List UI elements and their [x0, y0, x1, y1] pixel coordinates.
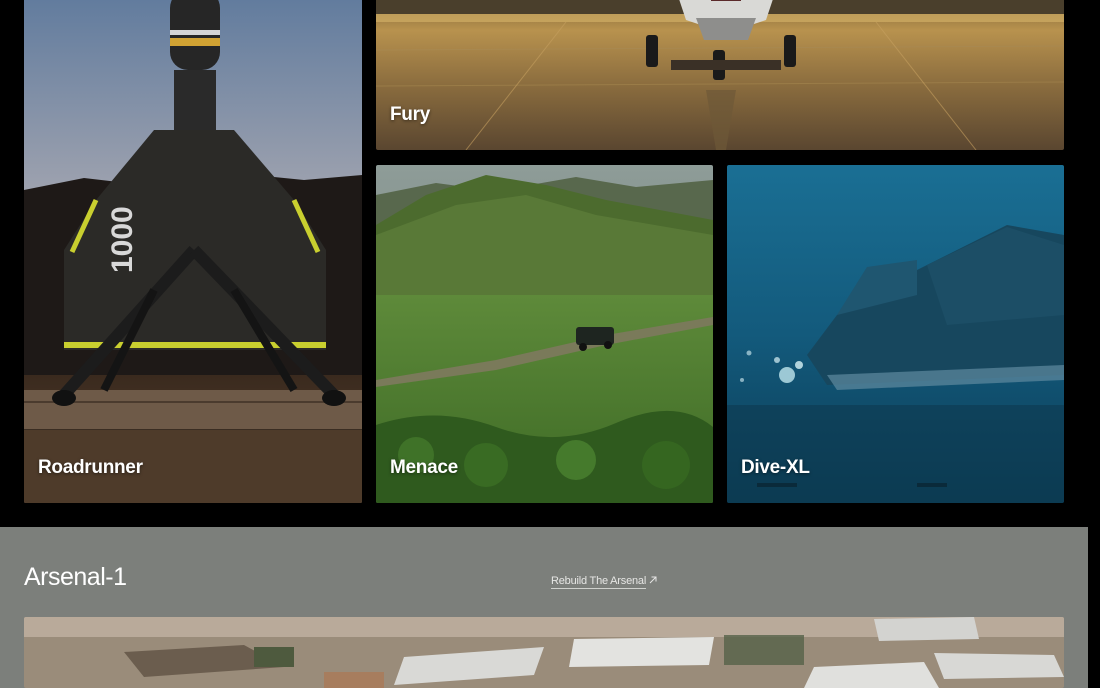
product-card-menace[interactable]: Menace: [376, 165, 713, 503]
svg-text:1000: 1000: [106, 206, 139, 273]
rebuild-the-arsenal-link[interactable]: Rebuild The Arsenal: [551, 575, 646, 589]
dive-xl-image: [727, 165, 1064, 503]
roadrunner-image: 1000: [24, 0, 362, 503]
card-label-roadrunner: Roadrunner: [38, 457, 143, 478]
scrollbar[interactable]: [1088, 0, 1100, 688]
card-label-fury: Fury: [390, 104, 430, 125]
product-card-fury[interactable]: Fury: [376, 0, 1064, 150]
arsenal-aerial-image: [24, 617, 1064, 688]
arsenal-section: Arsenal-1 Rebuild The Arsenal: [0, 527, 1088, 688]
menace-image: [376, 165, 713, 503]
card-label-dive-xl: Dive-XL: [741, 457, 810, 478]
arrow-up-right-icon[interactable]: [648, 575, 658, 585]
arsenal-title: Arsenal-1: [24, 563, 127, 591]
product-card-dive-xl[interactable]: Dive-XL: [727, 165, 1064, 503]
card-label-menace: Menace: [390, 457, 458, 478]
fury-image: [376, 0, 1064, 150]
product-card-roadrunner[interactable]: 1000 Roadrunner: [24, 0, 362, 503]
